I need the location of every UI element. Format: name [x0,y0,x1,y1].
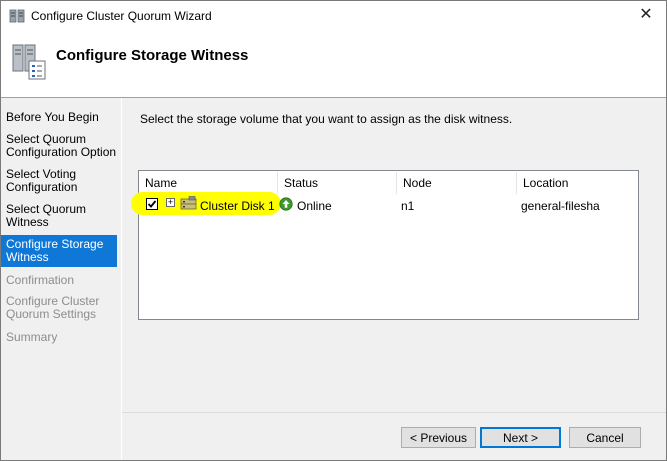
step-select-quorum-witness[interactable]: Select Quorum Witness [1,203,117,229]
disk-name: Cluster Disk 1 [200,199,275,213]
wizard-content: Select the storage volume that you want … [122,98,666,460]
footer-divider [122,412,666,413]
step-summary: Summary [6,330,58,344]
wizard-window: Configure Cluster Quorum Wizard ✕ Config… [0,0,667,461]
column-header-status[interactable]: Status [278,172,397,194]
next-button[interactable]: Next > [480,427,561,448]
checkmark-icon [147,200,157,208]
expand-toggle[interactable]: + [166,198,175,207]
previous-button[interactable]: < Previous [401,427,476,448]
instruction-text: Select the storage volume that you want … [140,112,513,126]
step-configure-storage-witness[interactable]: Configure Storage Witness [1,235,117,267]
wizard-header: Configure Storage Witness [1,31,666,91]
cluster-app-icon [9,9,25,23]
close-button[interactable]: ✕ [632,3,660,27]
column-header-name[interactable]: Name [139,172,278,194]
online-status-icon [279,197,293,211]
title-bar[interactable]: Configure Cluster Quorum Wizard ✕ [1,1,666,31]
cancel-button[interactable]: Cancel [569,427,641,448]
close-icon: ✕ [639,6,653,23]
step-select-voting-configuration[interactable]: Select Voting Configuration [1,168,117,194]
step-select-quorum-configuration-option[interactable]: Select Quorum Configuration Option [1,133,117,159]
cluster-disk-checkbox[interactable] [146,198,158,210]
cluster-wizard-icon [12,44,46,80]
column-header-node[interactable]: Node [397,172,517,194]
disk-location: general-filesha [521,199,600,213]
disk-status: Online [297,199,332,213]
step-before-you-begin[interactable]: Before You Begin [1,111,117,124]
storage-volume-list[interactable]: Name Status Node Location + Cluster Disk… [131,170,639,320]
column-header-location[interactable]: Location [517,172,638,194]
window-title: Configure Cluster Quorum Wizard [31,9,212,23]
step-configure-cluster-quorum-settings: Configure Cluster Quorum Settings [6,294,100,321]
disk-node: n1 [401,199,415,213]
step-confirmation: Confirmation [6,273,75,287]
disk-icon [180,196,197,210]
page-title: Configure Storage Witness [56,47,249,64]
wizard-steps-nav: Before You Begin Select Quorum Configura… [1,98,121,460]
